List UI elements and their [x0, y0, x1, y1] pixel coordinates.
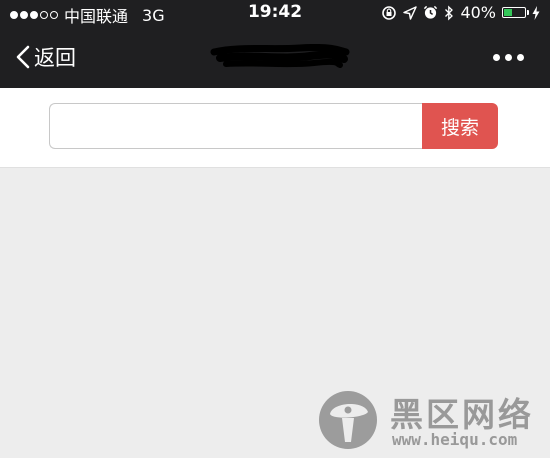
battery-percent: 40% — [460, 3, 496, 22]
navigation-bar: 返回 — [0, 24, 550, 88]
more-options-button[interactable] — [493, 54, 524, 61]
watermark-url: www.heiqu.com — [392, 430, 518, 449]
search-button[interactable]: 搜索 — [422, 103, 498, 149]
battery-icon — [502, 7, 529, 18]
location-arrow-icon — [403, 5, 418, 20]
back-button[interactable]: 返回 — [16, 42, 76, 72]
battery-level — [504, 9, 512, 16]
alarm-icon — [424, 5, 438, 19]
status-right: 40% — [381, 3, 540, 22]
charging-bolt-icon — [532, 5, 540, 20]
back-label: 返回 — [34, 46, 76, 70]
ellipsis-icon — [493, 54, 500, 61]
bluetooth-icon — [445, 4, 454, 21]
redacted-title-scribble — [210, 44, 350, 68]
watermark: 黑区网络 www.heiqu.com — [318, 388, 540, 454]
heiqu-logo-icon — [319, 391, 377, 449]
watermark-title: 黑区网络 — [390, 395, 534, 434]
search-input[interactable] — [49, 103, 423, 149]
rotation-lock-icon — [382, 5, 397, 20]
chevron-left-icon — [16, 45, 30, 69]
phone-screen: 中国联通 3G 19:42 40% 返回 搜索 黑区网络 www.heiqu.c… — [0, 0, 550, 458]
status-bar: 中国联通 3G 19:42 40% — [0, 0, 550, 26]
search-bar-container: 搜索 — [0, 88, 550, 168]
